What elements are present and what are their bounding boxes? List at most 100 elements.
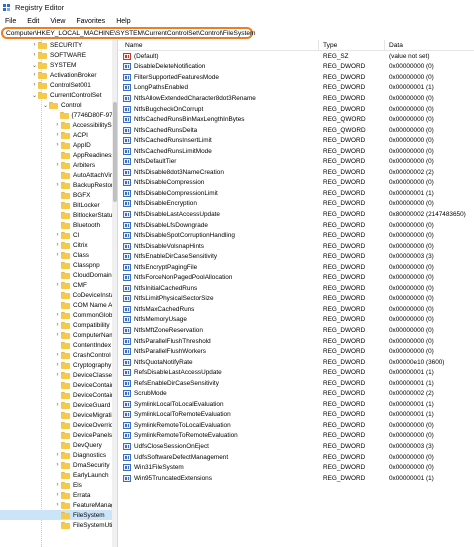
value-row[interactable]: NtfsBugcheckOnCorrupt REG_DWORD 0x00000000… <box>119 104 474 115</box>
chevron-right-icon[interactable]: › <box>54 481 61 490</box>
value-row[interactable]: NtfsCachedRunsDelta REG_QWORD 0x00000000 (… <box>119 125 474 136</box>
chevron-right-icon[interactable]: › <box>31 51 38 60</box>
tree-item[interactable]: EarlyLaunch <box>0 470 117 480</box>
chevron-right-icon[interactable]: › <box>54 281 61 290</box>
chevron-right-icon[interactable]: › <box>54 461 61 470</box>
value-row[interactable]: NtfsDisableLastAccessUpdate REG_DWORD 0x80… <box>119 209 474 220</box>
value-row[interactable]: NtfsMaxCachedRuns REG_DWORD 0x00000000 (0) <box>119 304 474 315</box>
chevron-right-icon[interactable]: › <box>54 131 61 140</box>
tree-item[interactable]: › ACPI <box>0 130 117 140</box>
value-row[interactable]: ScrubMode REG_DWORD 0x00000002 (2) <box>119 389 474 400</box>
tree-item[interactable]: BitLocker <box>0 200 117 210</box>
value-row[interactable]: NtfsAllowExtendedCharacter8dot3Rename REG… <box>119 93 474 104</box>
value-row[interactable]: NtfsCachedRunsBinMaxLengthInBytes REG_QWO… <box>119 114 474 125</box>
chevron-right-icon[interactable]: › <box>54 311 61 320</box>
value-row[interactable]: (Default) REG_SZ (value not set) <box>119 51 474 62</box>
value-row[interactable]: NtfsDisable8dot3NameCreation REG_DWORD 0x0… <box>119 167 474 178</box>
tree-item[interactable]: DeviceOverride <box>0 420 117 430</box>
value-row[interactable]: NtfsDisableLfsDowngrade REG_DWORD 0x000000… <box>119 220 474 231</box>
value-row[interactable]: NtfsParallelFlushWorkers REG_DWORD 0x00000… <box>119 346 474 357</box>
value-row[interactable]: NtfsParallelFlushThreshold REG_DWORD 0x000… <box>119 336 474 347</box>
tree-item[interactable]: ⌄ Control <box>0 100 117 110</box>
value-row[interactable]: NtfsDisableSpotCorruptionHandling REG_DWO… <box>119 230 474 241</box>
value-row[interactable]: SymlinkLocalToRemoteEvaluation REG_DWORD 0… <box>119 410 474 421</box>
menu-help[interactable]: Help <box>116 18 130 25</box>
tree-item[interactable]: AutoAttachVirt <box>0 170 117 180</box>
column-header-type[interactable]: Type <box>319 40 385 51</box>
menu-view[interactable]: View <box>50 18 65 25</box>
value-row[interactable]: SymlinkRemoteToRemoteEvaluation REG_DWORD… <box>119 431 474 442</box>
tree-item[interactable]: › Errata <box>0 490 117 500</box>
tree-item[interactable]: › ActivationBroker <box>0 70 117 80</box>
tree-item[interactable]: DevQuery <box>0 440 117 450</box>
chevron-right-icon[interactable]: › <box>54 321 61 330</box>
tree-item[interactable]: DeviceContain <box>0 380 117 390</box>
value-row[interactable]: FilterSupportedFeaturesMode REG_DWORD 0x00… <box>119 72 474 83</box>
value-row[interactable]: NtfsLimitPhysicalSectorSize REG_DWORD 0x00… <box>119 294 474 305</box>
value-row[interactable]: NtfsEnableDirCaseSensitivity REG_DWORD 0x0… <box>119 251 474 262</box>
value-row[interactable]: NtfsCachedRunsLimitMode REG_DWORD 0x000000… <box>119 146 474 157</box>
tree-item[interactable]: › FeatureManag <box>0 500 117 510</box>
tree-item[interactable]: › CommonGlob <box>0 310 117 320</box>
chevron-right-icon[interactable]: › <box>54 491 61 500</box>
value-row[interactable]: NtfsDisableCompressionLimit REG_DWORD 0x00… <box>119 188 474 199</box>
chevron-right-icon[interactable]: › <box>54 361 61 370</box>
chevron-right-icon[interactable]: › <box>54 451 61 460</box>
chevron-down-icon[interactable]: ⌄ <box>31 91 38 100</box>
tree-scrollbar-thumb[interactable] <box>113 102 117 202</box>
tree-item[interactable]: Classpnp <box>0 260 117 270</box>
tree-item[interactable]: › CrashControl <box>0 350 117 360</box>
tree-item[interactable]: ContentIndex <box>0 340 117 350</box>
tree-item[interactable]: › Els <box>0 480 117 490</box>
value-row[interactable]: NtfsDisableVolsnapHints REG_DWORD 0x000000… <box>119 241 474 252</box>
chevron-right-icon[interactable]: › <box>54 371 61 380</box>
chevron-right-icon[interactable]: › <box>31 81 38 90</box>
tree-item[interactable]: BGFX <box>0 190 117 200</box>
value-row[interactable]: RefsEnableDirCaseSensitivity REG_DWORD 0x0… <box>119 378 474 389</box>
tree-item[interactable]: › SOFTWARE <box>0 50 117 60</box>
chevron-down-icon[interactable]: ⌄ <box>42 101 49 110</box>
value-row[interactable]: NtfsDisableCompression REG_DWORD 0x0000000… <box>119 178 474 189</box>
tree-item[interactable]: › AccessibilitySet <box>0 120 117 130</box>
value-row[interactable]: NtfsDefaultTier REG_DWORD 0x00000000 (0) <box>119 156 474 167</box>
chevron-right-icon[interactable]: › <box>54 121 61 130</box>
column-header-data[interactable]: Data <box>385 40 403 51</box>
value-row[interactable]: SymlinkLocalToLocalEvaluation REG_DWORD 0x… <box>119 399 474 410</box>
value-row[interactable]: LongPathsEnabled REG_DWORD 0x00000001 (1) <box>119 83 474 94</box>
tree-item[interactable]: › DeviceGuard <box>0 400 117 410</box>
tree-item[interactable]: CloudDomainJ <box>0 270 117 280</box>
tree-item[interactable]: › CMF <box>0 280 117 290</box>
tree-item[interactable]: › DmaSecurity <box>0 460 117 470</box>
chevron-right-icon[interactable]: › <box>31 41 38 50</box>
chevron-right-icon[interactable]: › <box>54 401 61 410</box>
tree-item[interactable]: AppReadiness <box>0 150 117 160</box>
menu-file[interactable]: File <box>5 18 16 25</box>
value-row[interactable]: UdfsSoftwareDefectManagement REG_DWORD 0x0… <box>119 452 474 463</box>
chevron-right-icon[interactable]: › <box>54 161 61 170</box>
tree-item[interactable]: › SECURITY <box>0 40 117 50</box>
value-row[interactable]: DisableDeleteNotification REG_DWORD 0x0000… <box>119 62 474 73</box>
value-row[interactable]: NtfsMemoryUsage REG_DWORD 0x00000000 (0) <box>119 315 474 326</box>
tree-item[interactable]: COM Name Ar <box>0 300 117 310</box>
value-row[interactable]: Win95TruncatedExtensions REG_DWORD 0x00000… <box>119 473 474 484</box>
chevron-right-icon[interactable]: › <box>54 181 61 190</box>
tree-item[interactable]: ⌄ SYSTEM <box>0 60 117 70</box>
tree-item[interactable]: › Citrix <box>0 240 117 250</box>
chevron-right-icon[interactable]: › <box>31 71 38 80</box>
tree-item[interactable]: CoDeviceInstall <box>0 290 117 300</box>
menu-favorites[interactable]: Favorites <box>76 18 105 25</box>
chevron-down-icon[interactable]: ⌄ <box>31 61 38 70</box>
column-header-name[interactable]: Name <box>119 40 319 51</box>
tree-item[interactable]: › ComputerNam <box>0 330 117 340</box>
chevron-right-icon[interactable]: › <box>54 251 61 260</box>
chevron-right-icon[interactable]: › <box>54 501 61 510</box>
chevron-right-icon[interactable]: › <box>54 241 61 250</box>
tree-item[interactable]: › AppID <box>0 140 117 150</box>
tree-item[interactable]: › Compatibility <box>0 320 117 330</box>
tree-scrollbar[interactable] <box>112 40 117 547</box>
value-row[interactable]: Win31FileSystem REG_DWORD 0x00000000 (0) <box>119 462 474 473</box>
chevron-right-icon[interactable]: › <box>54 331 61 340</box>
tree-item[interactable]: {7746D80F-97E <box>0 110 117 120</box>
value-row[interactable]: RefsDisableLastAccessUpdate REG_DWORD 0x00… <box>119 367 474 378</box>
value-row[interactable]: UdfsCloseSessionOnEject REG_DWORD 0x000000… <box>119 441 474 452</box>
